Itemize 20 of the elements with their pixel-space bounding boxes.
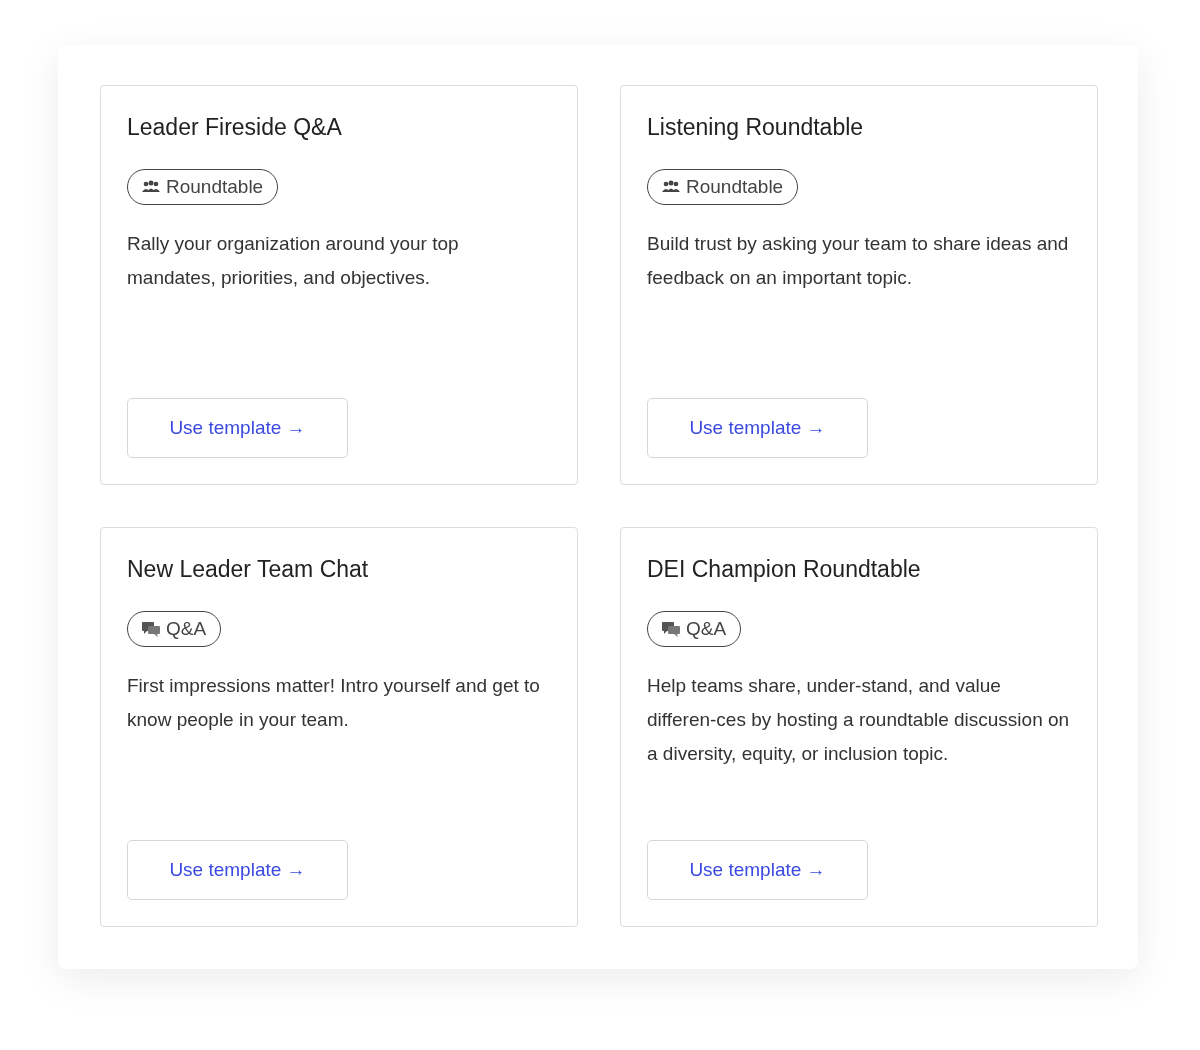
template-description: Help teams share, under-stand, and value differen-ces by hosting a roundtable discussion on a diversity, equity, or inclusion topic. (647, 674, 1071, 766)
use-template-button[interactable]: Use template → (647, 840, 868, 900)
chat-icon (142, 621, 160, 637)
tag-label: Roundtable (166, 176, 264, 198)
template-description: Build trust by asking your team to share ideas and feedback on an important topic. (647, 232, 1070, 290)
template-title: Listening Roundtable (647, 114, 865, 141)
template-title: New Leader Team Chat (127, 556, 370, 583)
chat-icon (662, 621, 680, 637)
template-title: Leader Fireside Q&A (127, 114, 343, 141)
tag-label: Roundtable (686, 176, 784, 198)
use-template-button[interactable]: Use template → (647, 398, 868, 458)
template-description: Rally your organization around your top mandates, priorities, and objectives. (127, 232, 460, 290)
people-icon (142, 180, 160, 194)
people-icon (662, 180, 680, 194)
tag-label: Q&A (686, 618, 727, 640)
use-template-button[interactable]: Use template → (127, 840, 348, 900)
template-title: DEI Champion Roundtable (647, 556, 922, 583)
tag-label: Q&A (166, 618, 207, 640)
template-description: First impressions matter! Intro yourself and get to know people in your team. (127, 674, 541, 732)
use-template-button[interactable]: Use template → (127, 398, 348, 458)
